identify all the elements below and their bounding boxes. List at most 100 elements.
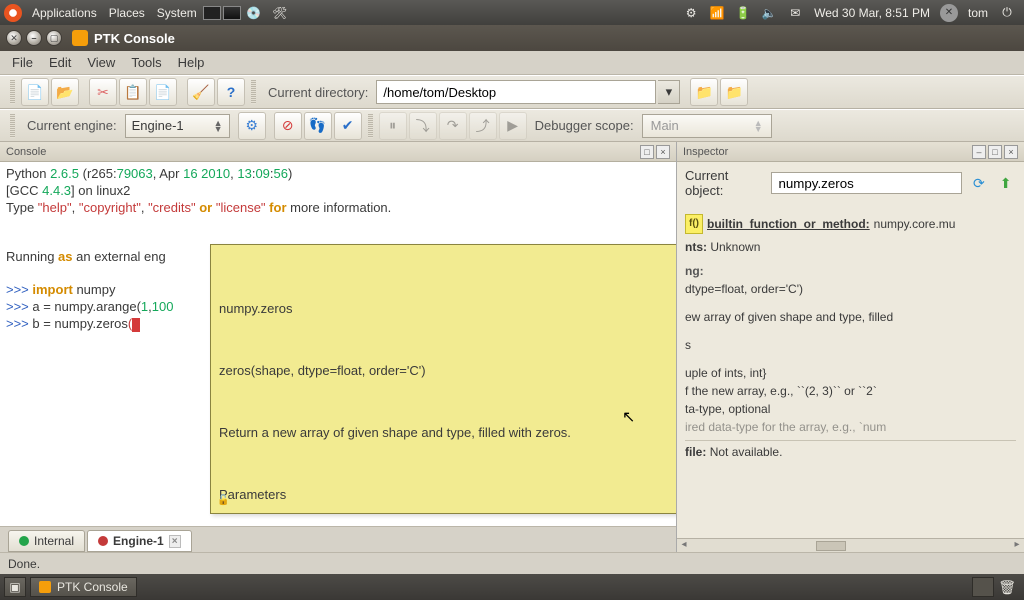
status-text: Done.: [8, 557, 40, 571]
console-pane: Console □ × Python 2.6.5 (r265:79063, Ap…: [0, 142, 677, 552]
user-switch-icon[interactable]: ✕: [940, 4, 958, 22]
battery-icon[interactable]: 🔋: [734, 4, 752, 22]
tray-launchers: [203, 6, 241, 20]
user-name[interactable]: tom: [962, 6, 994, 20]
toolbar-grip[interactable]: [10, 80, 15, 104]
tab-internal[interactable]: Internal: [8, 530, 85, 552]
help-button[interactable]: ?: [217, 78, 245, 106]
combo-chevrons-icon: ▲▼: [754, 120, 763, 132]
toolbar-main: 📄 📂 ✂ 📋 📄 🧹 ? Current directory: ▾ 📁 📁: [0, 75, 1024, 109]
window-maximize-button[interactable]: ▢: [46, 30, 62, 46]
dbg-stepout-button[interactable]: ⤴: [469, 112, 497, 140]
engine-settings-button[interactable]: ⚙: [238, 112, 266, 140]
current-object-input[interactable]: [771, 172, 962, 194]
copy-button[interactable]: 📋: [119, 78, 147, 106]
insp-desc-tail: ew array of given shape and type, filled: [685, 308, 1016, 326]
mail-icon[interactable]: ✉: [786, 4, 804, 22]
toolbar-grip-4[interactable]: [368, 114, 373, 138]
inspector-refresh-button[interactable]: ⟳: [968, 172, 989, 194]
window-titlebar[interactable]: ✕ – ▢ PTK Console: [0, 25, 1024, 51]
terminal-icon[interactable]: [223, 6, 241, 20]
console-pane-title: Console: [6, 146, 46, 158]
system-monitor-icon[interactable]: [203, 6, 221, 20]
dbg-continue-button[interactable]: ▶: [499, 112, 527, 140]
current-dir-input[interactable]: [376, 80, 656, 104]
insp-p1d: f the new array, e.g., ``(2, 3)`` or ``2…: [685, 382, 1016, 400]
insp-s-hdr: s: [685, 336, 1016, 354]
inspector-pane-title: Inspector: [683, 146, 728, 158]
browse-dir-button[interactable]: 📁: [690, 78, 718, 106]
tab-engine1[interactable]: Engine-1 ×: [87, 530, 192, 552]
places-menu[interactable]: Places: [103, 6, 151, 20]
inspector-up-button[interactable]: ⬆: [995, 172, 1016, 194]
dbg-stepin-button[interactable]: ⤵: [409, 112, 437, 140]
console-output[interactable]: Python 2.6.5 (r265:79063, Apr 16 2010, 1…: [0, 162, 676, 526]
inspector-type-label: builtin_function_or_method:: [707, 215, 870, 233]
trash-icon[interactable]: 🗑: [998, 579, 1016, 596]
inspector-body: f() builtin_function_or_method: numpy.co…: [677, 204, 1024, 538]
scroll-right-icon[interactable]: ▸: [1010, 539, 1024, 550]
scope-combo: Main ▲▼: [642, 114, 772, 138]
dbg-pause-button[interactable]: ⏸: [379, 112, 407, 140]
pane-close-button[interactable]: ×: [1004, 145, 1018, 159]
wrench-icon[interactable]: 🛠: [271, 4, 289, 22]
engine-run-button[interactable]: ✔: [334, 112, 362, 140]
gnome-top-panel: Applications Places System 💿 🛠 ⚙ 📶 🔋 🔈 ✉…: [0, 0, 1024, 25]
workspace-switcher[interactable]: [972, 577, 994, 597]
pane-max-button[interactable]: □: [988, 145, 1002, 159]
window-close-button[interactable]: ✕: [6, 30, 22, 46]
power-icon[interactable]: ⏻: [998, 4, 1016, 22]
gnome-bottom-panel: ▣ PTK Console 🗑: [0, 574, 1024, 600]
volume-icon[interactable]: 🔈: [760, 4, 778, 22]
menu-file[interactable]: File: [4, 52, 41, 73]
wifi-icon[interactable]: 📶: [708, 4, 726, 22]
bluetooth-icon[interactable]: ⚙: [682, 4, 700, 22]
combo-chevrons-icon: ▲▼: [214, 120, 223, 132]
clear-button[interactable]: 🧹: [187, 78, 215, 106]
parent-dir-button[interactable]: 📁: [720, 78, 748, 106]
scroll-left-icon[interactable]: ◂: [677, 539, 691, 550]
engine-debug-button[interactable]: 👣: [304, 112, 332, 140]
toolbar-grip-2[interactable]: [251, 80, 256, 104]
disc-icon[interactable]: 💿: [245, 4, 263, 22]
system-menu[interactable]: System: [151, 6, 203, 20]
menu-tools[interactable]: Tools: [123, 52, 169, 73]
app-icon: [72, 30, 88, 46]
dbg-stepover-button[interactable]: ↷: [439, 112, 467, 140]
tooltip-description: Return a new array of given shape and ty…: [219, 425, 676, 441]
window-minimize-button[interactable]: –: [26, 30, 42, 46]
clock[interactable]: Wed 30 Mar, 8:51 PM: [808, 6, 936, 20]
engine-stop-button[interactable]: ⊘: [274, 112, 302, 140]
ubuntu-logo-icon[interactable]: [4, 4, 22, 22]
open-button[interactable]: 📂: [51, 78, 79, 106]
inspector-type-row: f() builtin_function_or_method: numpy.co…: [685, 210, 1016, 238]
pane-min-button[interactable]: –: [972, 145, 986, 159]
engine-status-icon: [19, 536, 29, 546]
toolbar-grip-3[interactable]: [10, 114, 15, 138]
current-dir-label: Current directory:: [262, 85, 374, 100]
new-button[interactable]: 📄: [21, 78, 49, 106]
tooltip-signature: zeros(shape, dtype=float, order='C'): [219, 363, 676, 379]
inspector-hscrollbar[interactable]: ◂ ▸: [677, 538, 1024, 552]
tab-engine1-label: Engine-1: [113, 534, 164, 548]
engine-combo[interactable]: Engine-1 ▲▼: [125, 114, 230, 138]
menu-help[interactable]: Help: [170, 52, 213, 73]
pane-maximize-button[interactable]: □: [640, 145, 654, 159]
tooltip-pin-icon[interactable]: 🔓: [217, 493, 229, 509]
insp-sig-tail: dtype=float, order='C'): [685, 280, 1016, 298]
dir-history-button[interactable]: ▾: [658, 80, 680, 104]
scroll-thumb[interactable]: [816, 541, 846, 551]
apps-menu[interactable]: Applications: [26, 6, 103, 20]
cut-button[interactable]: ✂: [89, 78, 117, 106]
inspector-type-value: numpy.core.mu: [874, 215, 956, 233]
menu-view[interactable]: View: [79, 52, 123, 73]
status-bar: Done.: [0, 552, 1024, 574]
tab-close-button[interactable]: ×: [169, 535, 181, 548]
taskbar-item-ptk[interactable]: PTK Console: [30, 577, 137, 597]
tooltip-params-header: Parameters: [219, 487, 676, 503]
show-desktop-button[interactable]: ▣: [4, 577, 26, 597]
content-split: Console □ × Python 2.6.5 (r265:79063, Ap…: [0, 142, 1024, 552]
menu-edit[interactable]: Edit: [41, 52, 79, 73]
pane-close-button[interactable]: ×: [656, 145, 670, 159]
paste-button[interactable]: 📄: [149, 78, 177, 106]
